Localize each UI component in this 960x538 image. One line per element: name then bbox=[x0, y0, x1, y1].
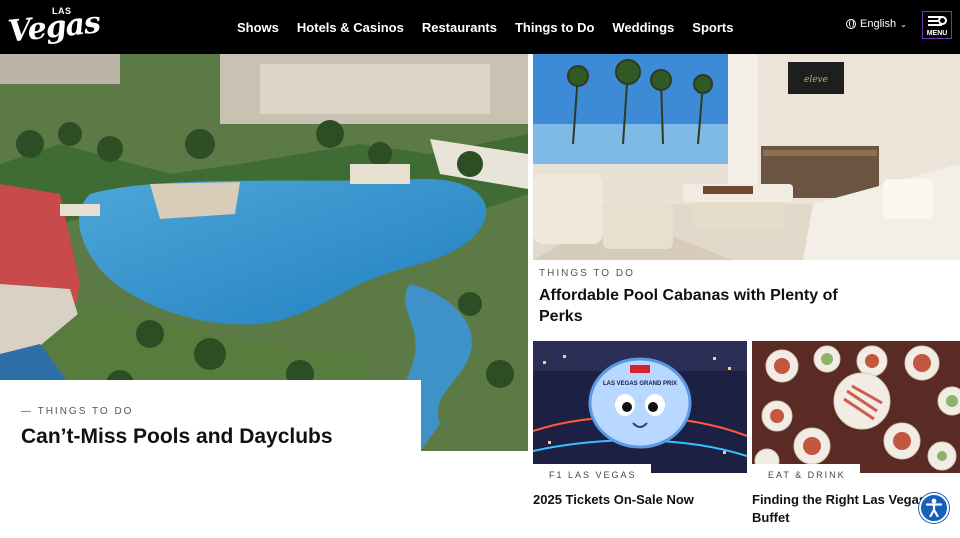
las-vegas-logo[interactable]: LAS Vegas bbox=[6, 5, 101, 49]
nav-restaurants[interactable]: Restaurants bbox=[422, 20, 497, 35]
menu-label: MENU bbox=[926, 30, 948, 37]
hero-caption-card[interactable]: — THINGS TO DO Can’t-Miss Pools and Dayc… bbox=[0, 380, 421, 538]
feature-kicker: THINGS TO DO bbox=[539, 268, 635, 279]
accessibility-icon bbox=[925, 498, 943, 518]
main-nav: Shows Hotels & Casinos Restaurants Thing… bbox=[237, 0, 751, 54]
f1-sphere-text: LAS VEGAS GRAND PRIX bbox=[603, 381, 677, 387]
nav-sports[interactable]: Sports bbox=[692, 20, 733, 35]
f1-kicker: F1 LAS VEGAS bbox=[533, 464, 651, 486]
feature-caption[interactable]: THINGS TO DO Affordable Pool Cabanas wit… bbox=[539, 268, 939, 327]
hero-title[interactable]: Can’t-Miss Pools and Dayclubs bbox=[21, 425, 333, 449]
language-selector[interactable]: English ⌄ bbox=[846, 18, 907, 30]
search-icon bbox=[938, 16, 947, 25]
nav-things-to-do[interactable]: Things to Do bbox=[515, 20, 594, 35]
buffet-card-image[interactable] bbox=[752, 341, 960, 473]
hero-kicker: — THINGS TO DO bbox=[21, 406, 134, 417]
feature-title[interactable]: Affordable Pool Cabanas with Plenty of P… bbox=[539, 285, 869, 327]
chevron-down-icon: ⌄ bbox=[900, 19, 907, 29]
f1-card-image[interactable]: LAS VEGAS GRAND PRIX bbox=[533, 341, 747, 473]
cabana-tv-logo: eleve bbox=[804, 75, 828, 85]
accessibility-button[interactable] bbox=[919, 493, 949, 523]
globe-icon bbox=[846, 19, 856, 29]
language-label: English bbox=[860, 18, 897, 30]
nav-hotels-casinos[interactable]: Hotels & Casinos bbox=[297, 20, 404, 35]
logo-vegas-text: Vegas bbox=[6, 5, 102, 50]
site-header: LAS Vegas Shows Hotels & Casinos Restaur… bbox=[0, 0, 960, 54]
buffet-kicker: EAT & DRINK bbox=[752, 464, 860, 486]
menu-button[interactable]: MENU bbox=[922, 11, 952, 39]
nav-weddings[interactable]: Weddings bbox=[612, 20, 674, 35]
nav-shows[interactable]: Shows bbox=[237, 20, 279, 35]
cabana-image[interactable]: eleve bbox=[533, 54, 960, 260]
f1-title[interactable]: 2025 Tickets On-Sale Now bbox=[533, 491, 747, 509]
